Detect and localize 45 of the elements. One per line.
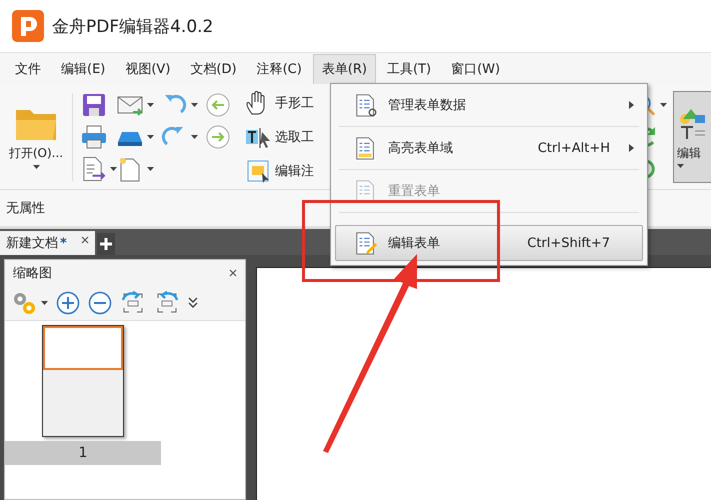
note-icon	[245, 158, 271, 184]
save-icon[interactable]	[81, 92, 107, 118]
menu-item[interactable]: 注释(C)	[248, 54, 311, 84]
tool-button[interactable]: 手形工	[245, 89, 314, 117]
caret-icon[interactable]	[191, 135, 198, 139]
edit-content-button[interactable]: 编辑	[673, 91, 711, 183]
tool-button[interactable]: 选取工	[245, 123, 314, 151]
page-number: 1	[5, 441, 161, 465]
more-icon[interactable]	[188, 297, 198, 309]
caret-icon[interactable]	[41, 301, 48, 305]
caret-icon[interactable]	[110, 167, 117, 171]
menu-item[interactable]: 编辑(E)	[52, 54, 114, 84]
add-tab-icon[interactable]	[96, 233, 115, 255]
menu-item[interactable]: 工具(T)	[378, 54, 440, 84]
menu-item[interactable]: 视图(V)	[116, 54, 180, 84]
caret-icon[interactable]	[147, 135, 154, 139]
caret-icon[interactable]	[660, 103, 667, 107]
close-icon[interactable]	[229, 269, 237, 277]
tool-button[interactable]: 编辑注	[245, 157, 314, 185]
menu-item[interactable]: 高亮表单域 Ctrl+Alt+H	[335, 135, 643, 161]
menu-item[interactable]: 编辑表单 Ctrl+Shift+7	[335, 225, 643, 261]
close-icon[interactable]	[80, 236, 89, 244]
caret-icon[interactable]	[677, 164, 684, 168]
caret-icon[interactable]	[147, 103, 154, 107]
caret-icon[interactable]	[147, 167, 154, 171]
zoom-out-icon[interactable]	[88, 291, 112, 315]
panel-title: 缩略图	[13, 265, 52, 282]
document-tab[interactable]: 新建文档*	[0, 231, 95, 255]
form-document-icon	[354, 231, 378, 255]
open-button[interactable]: 打开(O)...	[4, 85, 68, 189]
caret-icon[interactable]	[191, 103, 198, 107]
export-icon[interactable]	[81, 156, 106, 182]
window-title: 金舟PDF编辑器4.0.2	[52, 16, 214, 38]
page-thumbnail[interactable]	[42, 325, 124, 437]
menu-item[interactable]: 管理表单数据	[335, 92, 643, 118]
caret-icon[interactable]	[32, 164, 40, 168]
property-text: 无属性	[6, 200, 45, 217]
menu-item[interactable]: 文档(D)	[181, 54, 246, 84]
menu-item[interactable]: 文件	[6, 54, 50, 84]
menu-item[interactable]: 表单(R)	[312, 54, 376, 84]
menu-item[interactable]: 窗口(W)	[442, 54, 510, 84]
zoom-in-icon[interactable]	[56, 291, 80, 315]
form-document-icon	[354, 93, 378, 117]
app-logo-icon	[12, 10, 44, 42]
print-icon[interactable]	[81, 124, 107, 150]
